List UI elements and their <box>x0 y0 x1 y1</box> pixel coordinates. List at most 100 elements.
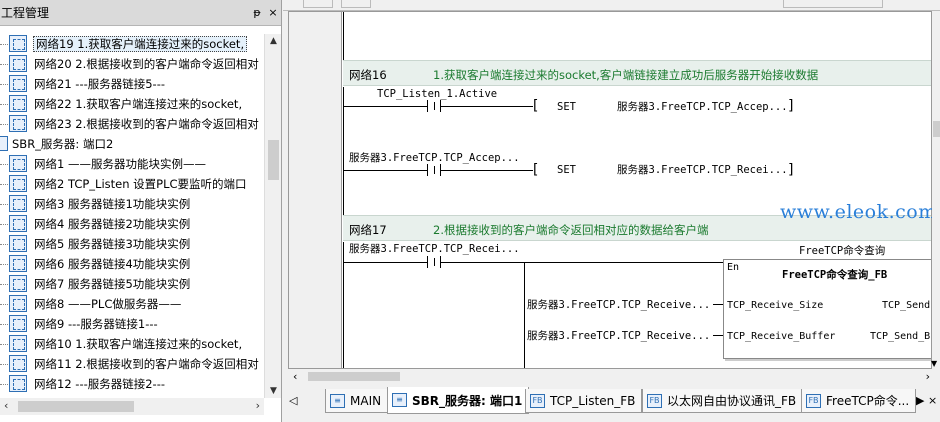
tab-label: SBR_服务器: 端口1 <box>412 393 523 408</box>
scroll-thumb[interactable] <box>268 140 279 180</box>
rung2-instruction[interactable]: SET <box>557 164 576 176</box>
rung2-contact[interactable] <box>427 164 441 176</box>
network-icon <box>9 215 27 232</box>
rung-wire <box>441 262 723 263</box>
scroll-right-icon[interactable]: › <box>256 399 260 412</box>
tree-item-network8[interactable]: 网络8 ——PLC做服务器—— <box>0 294 264 314</box>
project-panel-header: 工程管理 ᵽ × <box>0 0 281 26</box>
tab-ethernet-fb[interactable]: FB 以太网自由协议通讯_FB <box>642 389 804 413</box>
tree-item-label: 网络19 1.获取客户端连接过来的socket, <box>33 36 248 52</box>
tree-item-network12[interactable]: 网络12 ---服务器链接2--- <box>0 374 264 394</box>
close-icon[interactable]: × <box>265 6 281 19</box>
function-block[interactable]: En FreeTCP命令查询_FB TCP_Receive_Size TCP_R… <box>723 259 931 359</box>
fb-instance-name[interactable]: FreeTCP命令查询 <box>799 245 885 257</box>
rung-wire <box>343 262 427 263</box>
tab-scroll-left-icon[interactable]: ◁ <box>289 394 297 407</box>
tree-item-network3[interactable]: 网络3 服务器链接1功能块实例 <box>0 194 264 214</box>
tab-freetcp-fb[interactable]: FB FreeTCP命令... <box>801 389 917 413</box>
tree-item-network20[interactable]: 网络20 2.根据接收到的客户端命令返回相对 <box>0 54 264 74</box>
rung-wire <box>343 170 427 171</box>
network17-comment[interactable]: 2.根据接收到的客户端命令返回相对应的数据给客户端 <box>433 222 708 238</box>
rung-wire <box>441 170 533 171</box>
network-icon <box>9 195 27 212</box>
rung1-contact-label[interactable]: TCP_Listen_1.Active <box>377 88 497 100</box>
tree-item-network6[interactable]: 网络6 服务器链接4功能块实例 <box>0 254 264 274</box>
subroutine-icon <box>0 136 8 151</box>
network-icon <box>9 115 27 132</box>
network-icon <box>9 95 27 112</box>
toolbar-button[interactable] <box>341 0 371 8</box>
tree-item-label: 网络7 服务器链接5功能块实例 <box>34 277 191 291</box>
tree-item-network10[interactable]: 网络10 1.获取客户端连接过来的socket, <box>0 334 264 354</box>
network-icon <box>9 295 27 312</box>
pin-icon[interactable]: ᵽ <box>249 6 265 19</box>
fb-input2-variable[interactable]: 服务器3.FreeTCP.TCP_Receive... <box>527 330 710 342</box>
editor-vertical-scrollbar[interactable]: ▼ <box>931 11 940 369</box>
scroll-thumb[interactable] <box>933 121 940 137</box>
scroll-left-icon[interactable]: ‹ <box>4 399 8 412</box>
scroll-down-icon[interactable]: ▼ <box>265 386 282 396</box>
project-panel-title: 工程管理 <box>1 6 50 20</box>
network-icon <box>9 335 27 352</box>
tab-main[interactable]: ≡ MAIN <box>325 389 389 413</box>
tree-item-sbr-port2[interactable]: SBR_服务器: 端口2 <box>0 134 264 154</box>
tab-close-icon[interactable]: × <box>928 394 937 407</box>
rung1-operand[interactable]: 服务器3.FreeTCP.TCP_Accep... <box>617 101 788 113</box>
tree-item-network5[interactable]: 网络5 服务器链接3功能块实例 <box>0 234 264 254</box>
pin-wire <box>713 335 723 336</box>
ladder-editor: 网络16 1.获取客户端连接过来的socket,客户端链接建立成功后服务器开始接… <box>288 11 932 369</box>
tab-label: TCP_Listen_FB <box>550 393 636 408</box>
scroll-down-icon[interactable]: ▼ <box>931 359 937 368</box>
rung2-contact-label[interactable]: 服务器3.FreeTCP.TCP_Accep... <box>349 152 520 164</box>
network-icon <box>9 315 27 332</box>
tree-item-label: 网络2 TCP_Listen 设置PLC要监听的端口 <box>34 177 247 191</box>
tree-item-label: 网络9 ---服务器链接1--- <box>34 317 158 331</box>
scroll-right-icon[interactable]: › <box>926 370 930 383</box>
rung1-contact[interactable] <box>427 100 441 112</box>
network16-comment[interactable]: 1.获取客户端连接过来的socket,客户端链接建立成功后服务器开始接收数据 <box>433 67 818 83</box>
tree-item-network11[interactable]: 网络11 2.根据接收到的客户端命令返回相对 <box>0 354 264 374</box>
network16-header[interactable]: 网络16 1.获取客户端连接过来的socket,客户端链接建立成功后服务器开始接… <box>343 60 931 86</box>
tree-item-network22[interactable]: 网络22 1.获取客户端连接过来的socket, <box>0 94 264 114</box>
network-icon <box>9 275 27 292</box>
tree-item-network19[interactable]: 网络19 1.获取客户端连接过来的socket, <box>0 34 264 54</box>
tree-item-label: 网络8 ——PLC做服务器—— <box>34 297 182 311</box>
tab-tcp-listen-fb[interactable]: FB TCP_Listen_FB <box>525 389 643 413</box>
scroll-thumb[interactable] <box>308 372 400 381</box>
rung1-instruction[interactable]: SET <box>557 101 576 113</box>
tree-item-label: 网络1 ——服务器功能块实例—— <box>34 157 206 171</box>
ladder-canvas: 网络16 1.获取客户端连接过来的socket,客户端链接建立成功后服务器开始接… <box>343 12 931 368</box>
rung2-operand[interactable]: 服务器3.FreeTCP.TCP_Recei... <box>617 164 788 176</box>
fb-input1-variable[interactable]: 服务器3.FreeTCP.TCP_Receive... <box>527 299 710 311</box>
rung-wire <box>343 106 427 107</box>
tree-item-network23[interactable]: 网络23 2.根据接收到的客户端命令返回相对 <box>0 114 264 134</box>
tree-item-label: 网络11 2.根据接收到的客户端命令返回相对 <box>34 357 259 371</box>
rung-wire <box>441 106 533 107</box>
tree-item-network2[interactable]: 网络2 TCP_Listen 设置PLC要监听的端口 <box>0 174 264 194</box>
toolbar-dropdown[interactable] <box>783 0 883 8</box>
fb-input2-pin: TCP_Receive_Buffer <box>727 331 836 342</box>
n17-contact[interactable] <box>427 256 441 268</box>
tree-item-label: 网络12 ---服务器链接2--- <box>34 377 166 391</box>
network-icon <box>9 235 27 252</box>
tree-item-network7[interactable]: 网络7 服务器链接5功能块实例 <box>0 274 264 294</box>
scroll-up-icon[interactable]: ▲ <box>265 36 282 46</box>
scroll-thumb[interactable] <box>18 401 134 412</box>
tree-horizontal-scrollbar[interactable]: ‹ › <box>0 398 264 415</box>
tab-scroll-right-icon[interactable]: ▶ <box>916 394 924 407</box>
toolbar-button[interactable] <box>303 0 333 8</box>
editor-horizontal-scrollbar[interactable]: ‹ › <box>288 369 932 384</box>
network-icon <box>9 35 27 52</box>
tree-item-network4[interactable]: 网络4 服务器链接2功能块实例 <box>0 214 264 234</box>
scroll-left-icon[interactable]: ‹ <box>293 370 297 383</box>
network17-name: 网络17 <box>349 223 387 237</box>
tree-vertical-scrollbar[interactable]: ▲ ▼ <box>264 34 281 398</box>
tree-item-network9[interactable]: 网络9 ---服务器链接1--- <box>0 314 264 334</box>
editor-gutter <box>289 12 342 368</box>
tab-sbr-port1[interactable]: ≡ SBR_服务器: 端口1 <box>387 387 530 414</box>
n17-contact-label[interactable]: 服务器3.FreeTCP.TCP_Recei... <box>349 243 520 255</box>
tree-item-network1[interactable]: 网络1 ——服务器功能块实例—— <box>0 154 264 174</box>
tree-item-network21[interactable]: 网络21 ---服务器链接5--- <box>0 74 264 94</box>
rung2-coil-open: [ <box>531 162 540 178</box>
network-icon <box>9 155 27 172</box>
